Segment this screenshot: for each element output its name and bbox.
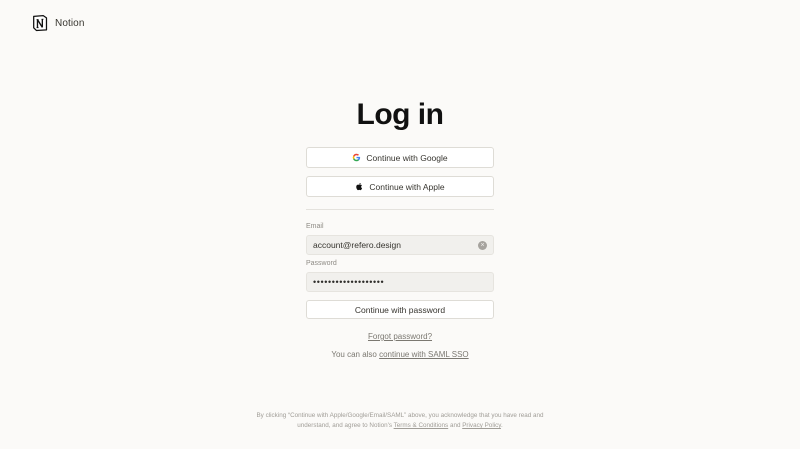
privacy-policy-link[interactable]: Privacy Policy	[462, 422, 501, 429]
legal-period: .	[500, 422, 503, 429]
clear-input-icon[interactable]: ×	[478, 240, 487, 250]
password-label: Password	[306, 260, 337, 267]
apple-button-label: Continue with Apple	[369, 181, 445, 192]
password-field[interactable]: •••••••••••••••••••	[306, 272, 494, 292]
saml-sso-link[interactable]: continue with SAML SSO	[379, 350, 469, 359]
saml-prefix: You can also	[331, 350, 377, 359]
google-icon	[353, 153, 361, 162]
brand[interactable]: Notion	[31, 14, 85, 32]
forgot-password: Forgot password?	[256, 332, 544, 341]
divider	[306, 209, 494, 210]
brand-name: Notion	[55, 17, 85, 29]
password-value: •••••••••••••••••••	[313, 277, 385, 287]
legal-and: and	[449, 422, 461, 429]
saml-sso-text: You can also continue with SAML SSO	[246, 350, 554, 359]
google-button-label: Continue with Google	[366, 152, 448, 163]
notion-logo-icon	[33, 14, 48, 32]
email-field[interactable]: account@refero.design ×	[306, 235, 494, 255]
legal-notice: By clicking “Continue with Apple/Google/…	[250, 411, 550, 431]
continue-with-apple-button[interactable]: Continue with Apple	[306, 176, 494, 197]
page-title: Log in	[356, 98, 444, 131]
continue-with-password-button[interactable]: Continue with password	[306, 300, 494, 319]
email-label: Email	[306, 223, 324, 230]
apple-icon	[356, 182, 363, 191]
terms-link[interactable]: Terms & Conditions	[394, 422, 449, 429]
email-value: account@refero.design	[313, 240, 402, 250]
continue-with-google-button[interactable]: Continue with Google	[306, 147, 494, 168]
forgot-password-link[interactable]: Forgot password?	[368, 332, 432, 341]
login-page: Notion Log in Continue with Google Conti…	[0, 0, 800, 449]
